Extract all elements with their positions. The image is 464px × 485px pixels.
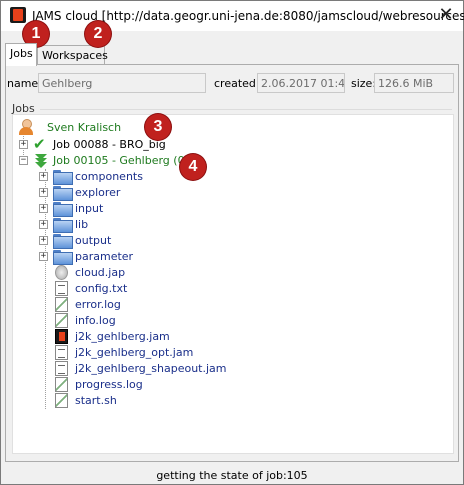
title-bar[interactable]: JAMS cloud [http://data.geogr.uni-jena.d… (1, 1, 464, 31)
folder-icon (53, 186, 73, 201)
user-icon (17, 118, 35, 136)
tree-folder[interactable]: + explorer (39, 185, 239, 201)
tree-file[interactable]: config.txt (55, 281, 255, 297)
log-file-icon (55, 297, 68, 312)
tree-folder[interactable]: + output (39, 233, 239, 249)
folder-icon (53, 250, 73, 265)
folder-label: lib (75, 218, 89, 231)
file-label: error.log (75, 298, 121, 311)
folder-label: parameter (75, 250, 134, 263)
cloud-file-icon (55, 265, 68, 280)
tree-file[interactable]: j2k_gehlberg_shapeout.jam (55, 361, 295, 377)
annotation-badge-3: 3 (145, 114, 171, 140)
text-file-icon (55, 361, 68, 376)
status-bar: getting the state of job:105 (156, 469, 308, 482)
tree-folder[interactable]: + parameter (39, 249, 239, 265)
text-file-icon (55, 281, 68, 296)
jobs-tree[interactable]: Sven Kralisch + ✔ Job 00088 - BRO_big − … (12, 114, 454, 454)
folder-icon (53, 234, 73, 249)
user-label: Sven Kralisch (47, 121, 122, 134)
size-field[interactable]: 126.6 MiB (374, 73, 454, 93)
script-file-icon (55, 393, 68, 408)
name-field[interactable]: Gehlberg (38, 73, 206, 93)
job-label: Job 00105 - Gehlberg (0%) (53, 154, 200, 167)
expand-toggle[interactable]: + (19, 140, 28, 149)
jobs-panel: name: Gehlberg created: 2.06.2017 01:43 … (5, 64, 459, 462)
expand-toggle[interactable]: + (39, 172, 48, 181)
tab-bar: Jobs Workspaces (5, 43, 459, 66)
folder-icon (53, 170, 73, 185)
file-label: j2k_gehlberg.jam (75, 330, 170, 343)
tree-folder[interactable]: + components (39, 169, 239, 185)
tree-file[interactable]: info.log (55, 313, 255, 329)
folder-label: input (75, 202, 104, 215)
file-label: config.txt (75, 282, 128, 295)
expand-toggle[interactable]: + (39, 204, 48, 213)
tab-jobs[interactable]: Jobs (5, 43, 37, 66)
close-button[interactable]: ✕ (433, 4, 459, 28)
tree-file[interactable]: progress.log (55, 377, 255, 393)
created-label: created: (214, 77, 260, 90)
annotation-badge-4: 4 (180, 154, 206, 180)
app-window: JAMS cloud [http://data.geogr.uni-jena.d… (0, 0, 464, 485)
folder-icon (53, 202, 73, 217)
log-file-icon (55, 313, 68, 328)
name-label: name: (7, 77, 42, 90)
file-label: cloud.jap (75, 266, 126, 279)
group-divider (40, 109, 452, 110)
expand-toggle[interactable]: + (39, 252, 48, 261)
folder-label: output (75, 234, 112, 247)
tab-workspaces[interactable]: Workspaces (37, 45, 108, 65)
created-field[interactable]: 2.06.2017 01:43 (257, 73, 345, 93)
size-label: size: (351, 77, 377, 90)
file-label: j2k_gehlberg_shapeout.jam (75, 362, 227, 375)
tree-job-node[interactable]: + ✔ Job 00088 - BRO_big (19, 135, 279, 153)
tree-file[interactable]: error.log (55, 297, 255, 313)
file-label: start.sh (75, 394, 117, 407)
folder-label: components (75, 170, 143, 183)
expand-toggle[interactable]: + (39, 220, 48, 229)
tree-file[interactable]: j2k_gehlberg_opt.jam (55, 345, 275, 361)
log-file-icon (55, 377, 68, 392)
running-job-icon (33, 152, 49, 168)
expand-toggle[interactable]: + (39, 236, 48, 245)
expand-toggle[interactable]: + (39, 188, 48, 197)
check-icon: ✔ (33, 135, 46, 153)
file-label: info.log (75, 314, 116, 327)
collapse-toggle[interactable]: − (19, 156, 28, 165)
text-file-icon (55, 345, 68, 360)
jams-app-icon (10, 7, 26, 23)
job-label: Job 00088 - BRO_big (53, 138, 166, 151)
tree-user-node[interactable]: Sven Kralisch (17, 118, 217, 136)
folder-label: explorer (75, 186, 121, 199)
tree-job-node-selected[interactable]: − Job 00105 - Gehlberg (0%) (19, 153, 279, 169)
file-label: progress.log (75, 378, 143, 391)
tree-file[interactable]: start.sh (55, 393, 255, 409)
tree-folder[interactable]: + input (39, 201, 239, 217)
folder-icon (53, 218, 73, 233)
file-label: j2k_gehlberg_opt.jam (75, 346, 194, 359)
jams-file-icon (55, 329, 68, 344)
tree-file[interactable]: j2k_gehlberg.jam (55, 329, 255, 345)
tree-file[interactable]: cloud.jap (55, 265, 255, 281)
tree-folder[interactable]: + lib (39, 217, 239, 233)
annotation-badge-2: 2 (85, 21, 111, 47)
